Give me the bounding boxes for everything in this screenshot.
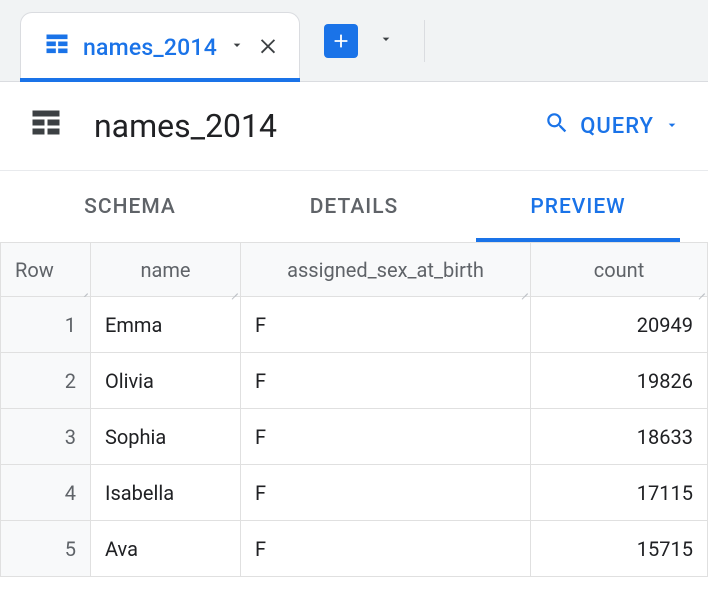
cell-count: 18633 [531,409,708,465]
col-header-row-label: Row [15,258,54,282]
editor-tab-names-2014[interactable]: names_2014 [20,12,300,81]
cell-assigned-sex: F [241,409,531,465]
table-row: 1 Emma F 20949 [1,297,708,353]
cell-assigned-sex: F [241,297,531,353]
new-tab-menu-arrow-icon[interactable] [378,31,394,51]
cell-row: 1 [1,297,91,353]
tabstrip-separator [424,20,425,62]
search-icon [544,110,570,142]
table-row: 3 Sophia F 18633 [1,409,708,465]
query-button-label: QUERY [580,114,654,139]
tab-details[interactable]: DETAILS [242,171,466,242]
table-icon [43,31,71,63]
table-header-row: Row name assigned_sex_at_birth count [1,243,708,297]
cell-name: Ava [91,521,241,577]
table-header: names_2014 QUERY [0,82,708,170]
cell-name: Isabella [91,465,241,521]
cell-name: Olivia [91,353,241,409]
col-header-assigned-sex[interactable]: assigned_sex_at_birth [241,243,531,297]
tab-schema-label: SCHEMA [84,195,176,219]
col-header-count[interactable]: count [531,243,708,297]
tab-schema[interactable]: SCHEMA [18,171,242,242]
chevron-down-icon [664,114,680,139]
resize-handle[interactable] [697,286,705,294]
table-row: 4 Isabella F 17115 [1,465,708,521]
table-icon [28,106,64,146]
col-header-name-label: name [140,258,190,282]
col-header-count-label: count [594,258,645,282]
resize-handle[interactable] [230,286,238,294]
page-title: names_2014 [94,107,514,145]
cell-row: 3 [1,409,91,465]
resize-handle[interactable] [80,286,88,294]
tabstrip-actions [300,0,425,81]
close-tab-icon[interactable] [257,34,279,60]
table-body: 1 Emma F 20949 2 Olivia F 19826 3 Sophia… [1,297,708,577]
col-header-assigned-sex-label: assigned_sex_at_birth [287,258,484,282]
tab-preview-label: PREVIEW [530,195,625,219]
cell-count: 17115 [531,465,708,521]
tab-active-indicator [20,78,300,82]
cell-row: 5 [1,521,91,577]
col-header-name[interactable]: name [91,243,241,297]
preview-table: Row name assigned_sex_at_birth count 1 E… [0,242,708,577]
table-row: 5 Ava F 15715 [1,521,708,577]
detail-tabs: SCHEMA DETAILS PREVIEW [0,170,708,242]
cell-name: Sophia [91,409,241,465]
cell-assigned-sex: F [241,353,531,409]
new-tab-button[interactable] [324,24,358,58]
cell-count: 19826 [531,353,708,409]
editor-tab-strip: names_2014 [0,0,708,82]
cell-assigned-sex: F [241,465,531,521]
tab-menu-arrow-icon[interactable] [229,37,245,57]
cell-row: 4 [1,465,91,521]
table-row: 2 Olivia F 19826 [1,353,708,409]
cell-count: 15715 [531,521,708,577]
editor-tab-label: names_2014 [83,34,217,61]
cell-assigned-sex: F [241,521,531,577]
resize-handle[interactable] [520,286,528,294]
cell-count: 20949 [531,297,708,353]
col-header-row[interactable]: Row [1,243,91,297]
query-button[interactable]: QUERY [544,110,680,142]
cell-name: Emma [91,297,241,353]
tab-details-label: DETAILS [310,195,399,219]
tab-preview[interactable]: PREVIEW [466,171,690,242]
cell-row: 2 [1,353,91,409]
